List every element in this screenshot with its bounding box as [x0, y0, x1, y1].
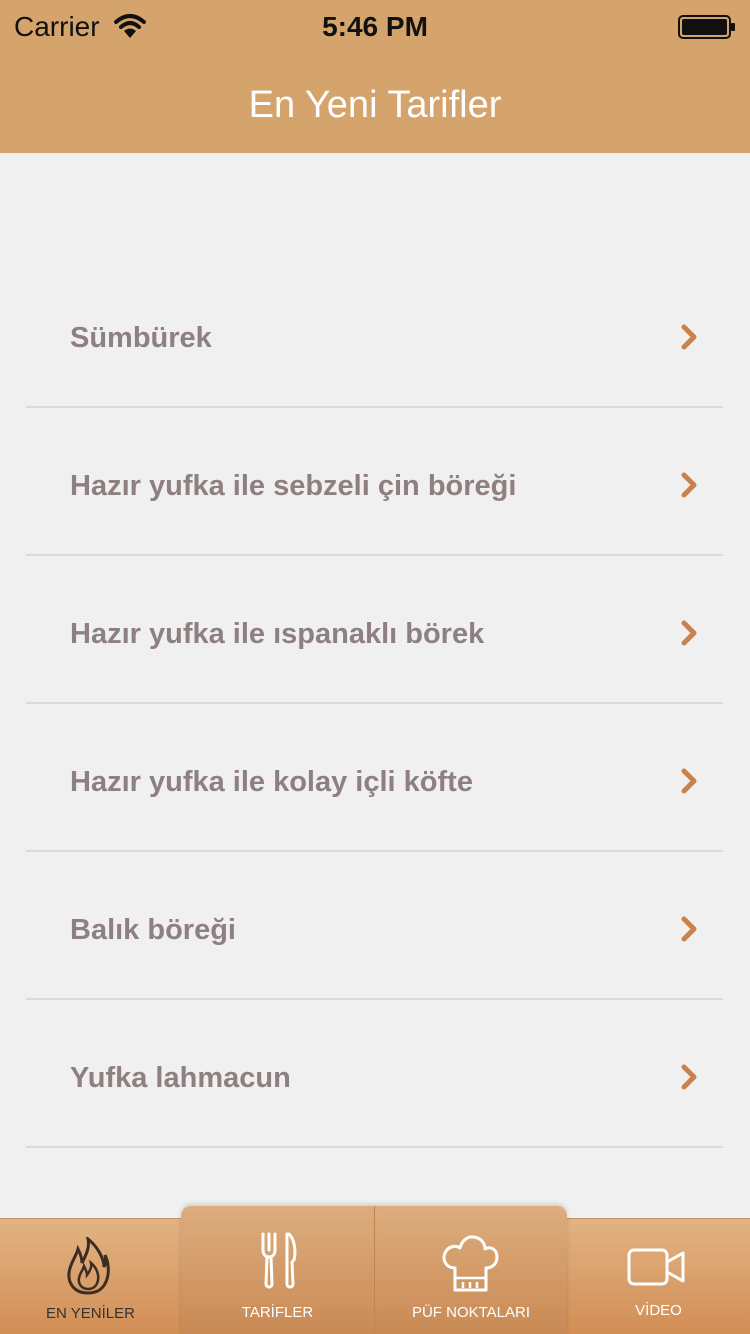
chevron-right-icon — [681, 916, 697, 942]
tab-puf-noktalari[interactable]: PÜF NOKTALARI — [375, 1206, 567, 1334]
fork-knife-icon — [261, 1232, 297, 1289]
list-item[interactable]: Yufka lahmacun — [26, 1000, 723, 1148]
list-item[interactable]: Hazır yufka ile kolay içli köfte — [26, 704, 723, 852]
chevron-right-icon — [681, 620, 697, 646]
tab-label: TARİFLER — [241, 1304, 314, 1321]
status-time: 5:46 PM — [322, 11, 428, 42]
tab-tarifler[interactable]: TARİFLER — [181, 1206, 374, 1334]
tab-label: EN YENİLER — [46, 1305, 135, 1322]
list-item-label: Sümbürek — [70, 322, 212, 354]
tab-video[interactable]: VİDEO — [567, 1218, 750, 1334]
list-item-label: Yufka lahmacun — [70, 1062, 291, 1094]
tab-en-yeniler[interactable]: EN YENİLER — [0, 1219, 181, 1334]
chevron-right-icon — [681, 324, 697, 350]
list-item[interactable]: Hazır yufka ile sebzeli çin böreği — [26, 408, 723, 556]
list-item[interactable]: Sümbürek — [26, 260, 723, 408]
list-item[interactable]: Hazır yufka ile ıspanaklı börek — [26, 556, 723, 704]
tab-group-raised: TARİFLER PÜF NOKTALARI — [181, 1206, 567, 1334]
list-item[interactable]: Balık böreği — [26, 852, 723, 1000]
list-item-label: Balık böreği — [70, 914, 236, 946]
tab-label: VİDEO — [635, 1302, 682, 1319]
chevron-right-icon — [681, 472, 697, 498]
battery-icon — [678, 15, 735, 39]
tab-label: PÜF NOKTALARI — [411, 1304, 531, 1321]
chef-hat-icon — [442, 1235, 499, 1292]
chevron-right-icon — [681, 768, 697, 794]
recipe-list: Sümbürek Hazır yufka ile sebzeli çin bör… — [0, 260, 750, 1148]
chevron-right-icon — [681, 1064, 697, 1090]
list-item-label: Hazır yufka ile ıspanaklı börek — [70, 618, 485, 650]
list-item-label: Hazır yufka ile kolay içli köfte — [70, 766, 473, 798]
video-camera-icon — [627, 1248, 685, 1286]
page-title: En Yeni Tarifler — [248, 84, 502, 126]
header: Carrier 5:46 PM En Yeni Tarifler — [0, 0, 750, 153]
status-bar: Carrier 5:46 PM — [0, 0, 750, 56]
flame-icon — [67, 1237, 110, 1295]
list-item-label: Hazır yufka ile sebzeli çin böreği — [70, 470, 517, 502]
